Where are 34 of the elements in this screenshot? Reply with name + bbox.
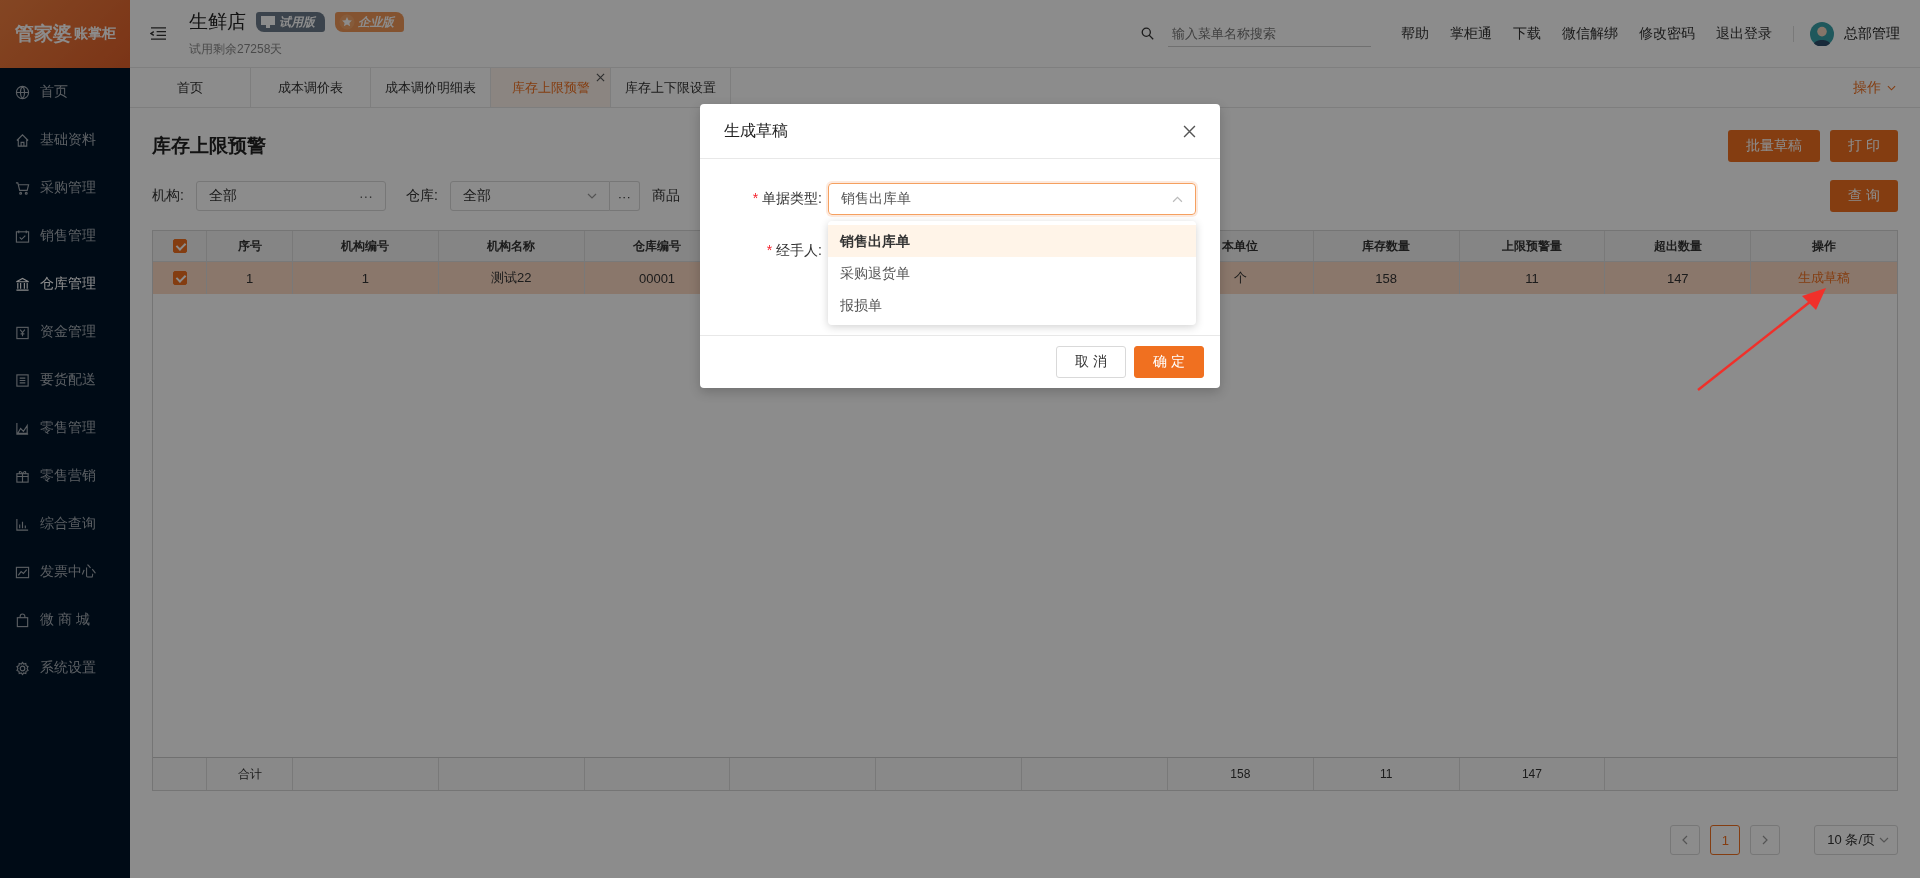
- logo-text: 管家婆: [14, 22, 72, 46]
- page-title: 库存上限预警: [152, 134, 266, 158]
- total-cell: 158: [1230, 767, 1251, 781]
- edition-badge: 企业版: [335, 12, 404, 32]
- table-cell: 147: [1666, 270, 1689, 286]
- column-header: 上限预警量: [1501, 237, 1562, 255]
- filter-label: 仓库:: [405, 187, 438, 205]
- filter-label: 商品: [651, 187, 680, 205]
- trial-remaining-text: 试用剩余27258天: [189, 41, 284, 58]
- field-label: * 经手人:: [765, 241, 823, 260]
- total-cell: 147: [1521, 767, 1542, 781]
- column-header: 仓库编号: [633, 237, 682, 255]
- dialog-title: 生成草稿: [724, 120, 788, 141]
- column-header: 序号: [237, 237, 262, 255]
- filter-label: 机构:: [152, 187, 184, 205]
- table-cell: 1: [245, 270, 254, 286]
- column-header: 操作: [1812, 237, 1837, 255]
- column-header: 机构编号: [341, 237, 390, 255]
- column-header: 机构名称: [487, 237, 536, 255]
- logo-subtext: 账掌柜: [73, 25, 116, 43]
- table-cell: 个: [1233, 269, 1247, 287]
- column-header: 库存数量: [1362, 237, 1411, 255]
- table-cell: 11: [1525, 270, 1539, 286]
- table-cell: 158: [1375, 270, 1397, 286]
- table-cell: 1: [361, 270, 369, 286]
- table-cell: 测试22: [491, 269, 532, 287]
- column-header: 本单位: [1222, 237, 1259, 255]
- field-label: * 单据类型:: [751, 189, 823, 208]
- store-name: 生鲜店: [189, 10, 246, 34]
- edition-badge: 试用版: [256, 12, 325, 32]
- table-cell: 00001: [638, 270, 676, 286]
- total-cell: 11: [1379, 767, 1393, 781]
- column-header: 超出数量: [1653, 237, 1702, 255]
- total-label: 合计: [237, 765, 262, 783]
